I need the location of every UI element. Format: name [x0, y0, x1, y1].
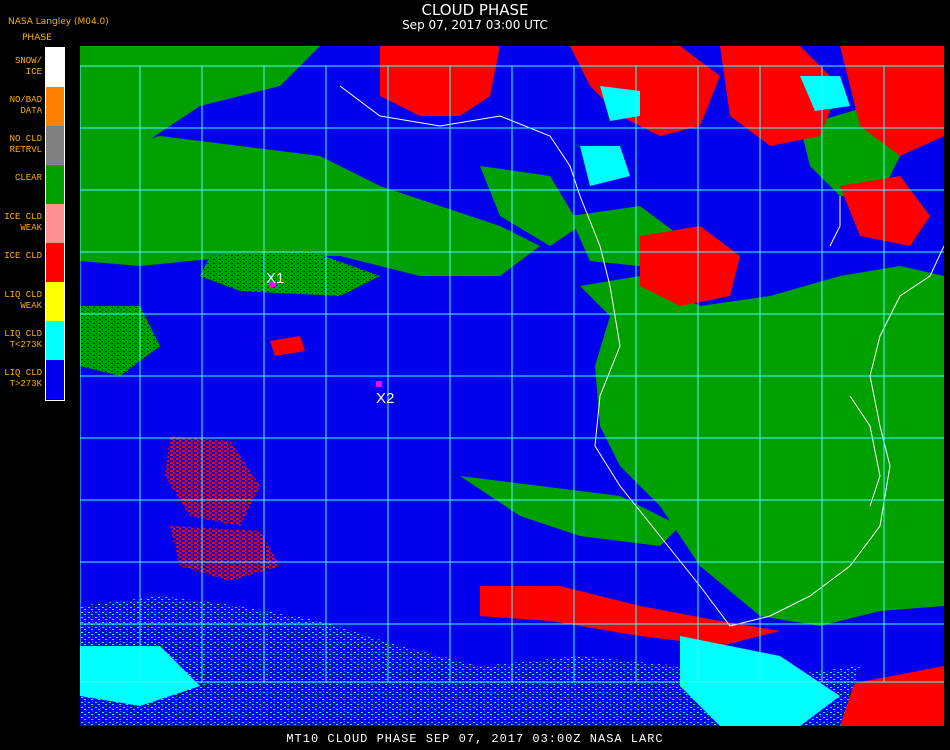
legend-label: CLEAR	[0, 173, 42, 184]
producer-label: NASA Langley (M04.0)	[8, 17, 109, 27]
legend-swatch	[46, 165, 64, 204]
marker-x2-dot	[376, 381, 382, 387]
marker-x2-label: X2	[376, 390, 394, 407]
legend-swatch	[46, 48, 64, 87]
legend-label-line1: ICE CLD	[4, 251, 42, 261]
map-title: CLOUD PHASE	[421, 1, 529, 19]
legend-swatch	[46, 360, 64, 399]
marker-x1-label: X1	[266, 270, 284, 287]
map-datetime: Sep 07, 2017 03:00 UTC	[402, 18, 548, 32]
legend-swatch	[46, 204, 64, 243]
legend-swatch	[46, 321, 64, 360]
legend-label-line2: DATA	[20, 106, 42, 116]
marker-x1: X1	[266, 270, 284, 287]
legend-label-line2: WEAK	[20, 223, 42, 233]
legend-label-line1: SNOW/	[14, 56, 42, 66]
legend-title: PHASE	[22, 33, 52, 43]
legend-swatch	[46, 87, 64, 126]
legend-label: NO CLD RETRVL	[0, 134, 42, 156]
legend-label-line2: T<273K	[9, 340, 42, 350]
legend-label-line1: LIQ CLD	[4, 329, 42, 339]
legend-label-line1: NO CLD	[9, 134, 42, 144]
legend-label-line1: NO/BAD	[9, 95, 42, 105]
legend-label-line2: RETRVL	[9, 145, 42, 155]
legend-label-line2: WEAK	[20, 301, 42, 311]
legend-label-line1: ICE CLD	[4, 212, 42, 222]
legend-swatch	[46, 282, 64, 321]
legend-label: LIQ CLD WEAK	[0, 290, 42, 312]
legend-label: ICE CLD WEAK	[0, 212, 42, 234]
cloud-phase-map: X1 X2	[80, 46, 944, 726]
legend-label: NO/BAD DATA	[0, 95, 42, 117]
footer-caption: MT10 CLOUD PHASE SEP 07, 2017 03:00Z NAS…	[286, 732, 664, 746]
legend-label: ICE CLD	[0, 251, 42, 262]
legend-swatch	[46, 126, 64, 165]
legend-label-line1: CLEAR	[14, 173, 42, 183]
legend-label: LIQ CLD T>273K	[0, 368, 42, 390]
legend-label: LIQ CLD T<273K	[0, 329, 42, 351]
legend-label-line1: LIQ CLD	[4, 290, 42, 300]
legend-label-line1: LIQ CLD	[4, 368, 42, 378]
legend-label-line2: ICE	[25, 67, 42, 77]
legend-label: SNOW/ICE	[0, 56, 42, 78]
legend-label-line2: T>273K	[9, 379, 42, 389]
legend-swatch	[46, 243, 64, 282]
map-canvas: X1 X2	[80, 46, 944, 726]
